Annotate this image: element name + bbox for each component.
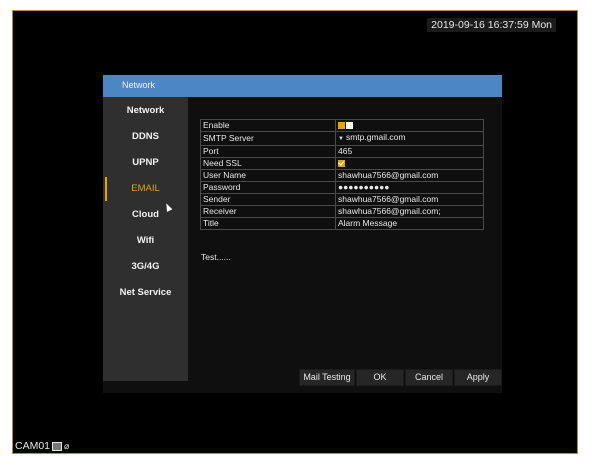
camera-status: CAM01 ⌀ <box>15 440 69 452</box>
checkbox-checked-icon <box>338 160 345 168</box>
cancel-button[interactable]: Cancel <box>405 369 453 386</box>
mail-testing-button[interactable]: Mail Testing <box>299 369 355 386</box>
sidebar-item-ddns[interactable]: DDNS <box>103 125 188 149</box>
table-row: Title Alarm Message <box>200 217 484 230</box>
toggle-icon <box>338 122 354 130</box>
table-row: User Name shawhua7566@gmail.com <box>200 169 484 182</box>
sender-field[interactable]: shawhua7566@gmail.com <box>335 193 484 206</box>
apply-button[interactable]: Apply <box>454 369 502 386</box>
enable-label: Enable <box>200 119 336 132</box>
email-settings-table: Enable SMTP Server ▼ smtp.gmail.com Port … <box>200 119 484 230</box>
table-row: Enable <box>200 119 484 132</box>
record-icon <box>52 441 63 451</box>
sender-label: Sender <box>200 193 336 206</box>
dropdown-arrow-icon: ▼ <box>338 136 344 142</box>
title-label: Title <box>200 217 336 230</box>
audio-muted-icon: ⌀ <box>64 441 70 451</box>
sidebar-item-network[interactable]: Network <box>103 99 188 123</box>
sidebar-item-3g4g[interactable]: 3G/4G <box>103 255 188 279</box>
datetime-display: 2019-09-16 16:37:59 Mon <box>427 18 556 32</box>
password-label: Password <box>200 181 336 194</box>
network-dialog: Network Network DDNS UPNP EMAIL Cloud Wi… <box>103 75 502 393</box>
enable-toggle[interactable] <box>335 119 484 132</box>
ok-button[interactable]: OK <box>356 369 404 386</box>
test-status-text: Test...... <box>201 252 231 262</box>
sidebar: Network DDNS UPNP EMAIL Cloud Wifi 3G/4G… <box>103 97 188 381</box>
sidebar-item-upnp[interactable]: UPNP <box>103 151 188 175</box>
smtp-server-value: smtp.gmail.com <box>345 132 406 143</box>
dialog-title: Network <box>122 80 156 90</box>
password-field[interactable]: ●●●●●●●●●● <box>335 181 484 194</box>
sidebar-item-net-service[interactable]: Net Service <box>103 281 188 305</box>
need-ssl-label: Need SSL <box>200 157 336 170</box>
username-label: User Name <box>200 169 336 182</box>
smtp-server-label: SMTP Server <box>200 131 336 146</box>
table-row: SMTP Server ▼ smtp.gmail.com <box>200 131 484 146</box>
table-row: Receiver shawhua7566@gmail.com; <box>200 205 484 218</box>
receiver-field[interactable]: shawhua7566@gmail.com; <box>335 205 484 218</box>
smtp-server-select[interactable]: ▼ smtp.gmail.com <box>335 131 484 146</box>
receiver-label: Receiver <box>200 205 336 218</box>
dialog-titlebar: Network <box>103 75 502 97</box>
dvr-screen: 2019-09-16 16:37:59 Mon Network Network … <box>12 10 578 454</box>
table-row: Sender shawhua7566@gmail.com <box>200 193 484 206</box>
table-row: Need SSL <box>200 157 484 170</box>
port-label: Port <box>200 145 336 158</box>
sidebar-item-email[interactable]: EMAIL <box>103 177 188 201</box>
need-ssl-checkbox[interactable] <box>335 157 484 170</box>
title-field[interactable]: Alarm Message <box>335 217 484 230</box>
table-row: Port 465 <box>200 145 484 158</box>
table-row: Password ●●●●●●●●●● <box>200 181 484 194</box>
camera-label: CAM01 <box>15 440 51 452</box>
port-field[interactable]: 465 <box>335 145 484 158</box>
sidebar-item-wifi[interactable]: Wifi <box>103 229 188 253</box>
username-field[interactable]: shawhua7566@gmail.com <box>335 169 484 182</box>
sidebar-item-cloud[interactable]: Cloud <box>103 203 188 227</box>
